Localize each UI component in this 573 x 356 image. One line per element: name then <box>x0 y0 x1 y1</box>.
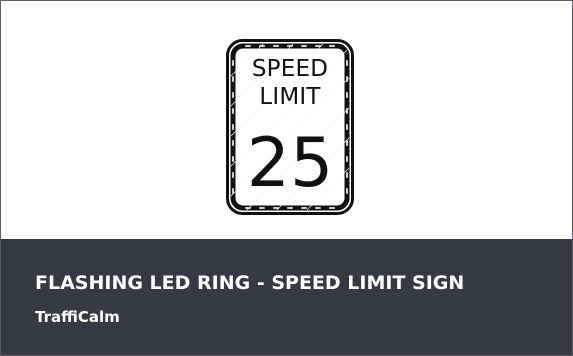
speed-limit-sign-icon: SPEED LIMIT 25 <box>226 39 354 215</box>
product-brand[interactable]: TraffiCalm <box>35 307 120 327</box>
product-title[interactable]: FLASHING LED RING - SPEED LIMIT SIGN <box>35 271 464 295</box>
sign-line-speed: SPEED <box>252 56 328 82</box>
product-info-bar: FLASHING LED RING - SPEED LIMIT SIGN Tra… <box>1 239 572 355</box>
product-image-area[interactable]: SPEED LIMIT 25 <box>1 1 572 239</box>
product-card[interactable]: SPEED LIMIT 25 FLASHING LED RING - SPEED… <box>0 0 573 356</box>
sign-speed-value: 25 <box>247 124 334 203</box>
sign-line-limit: LIMIT <box>259 84 321 110</box>
speed-limit-sign-image: SPEED LIMIT 25 <box>226 39 354 215</box>
